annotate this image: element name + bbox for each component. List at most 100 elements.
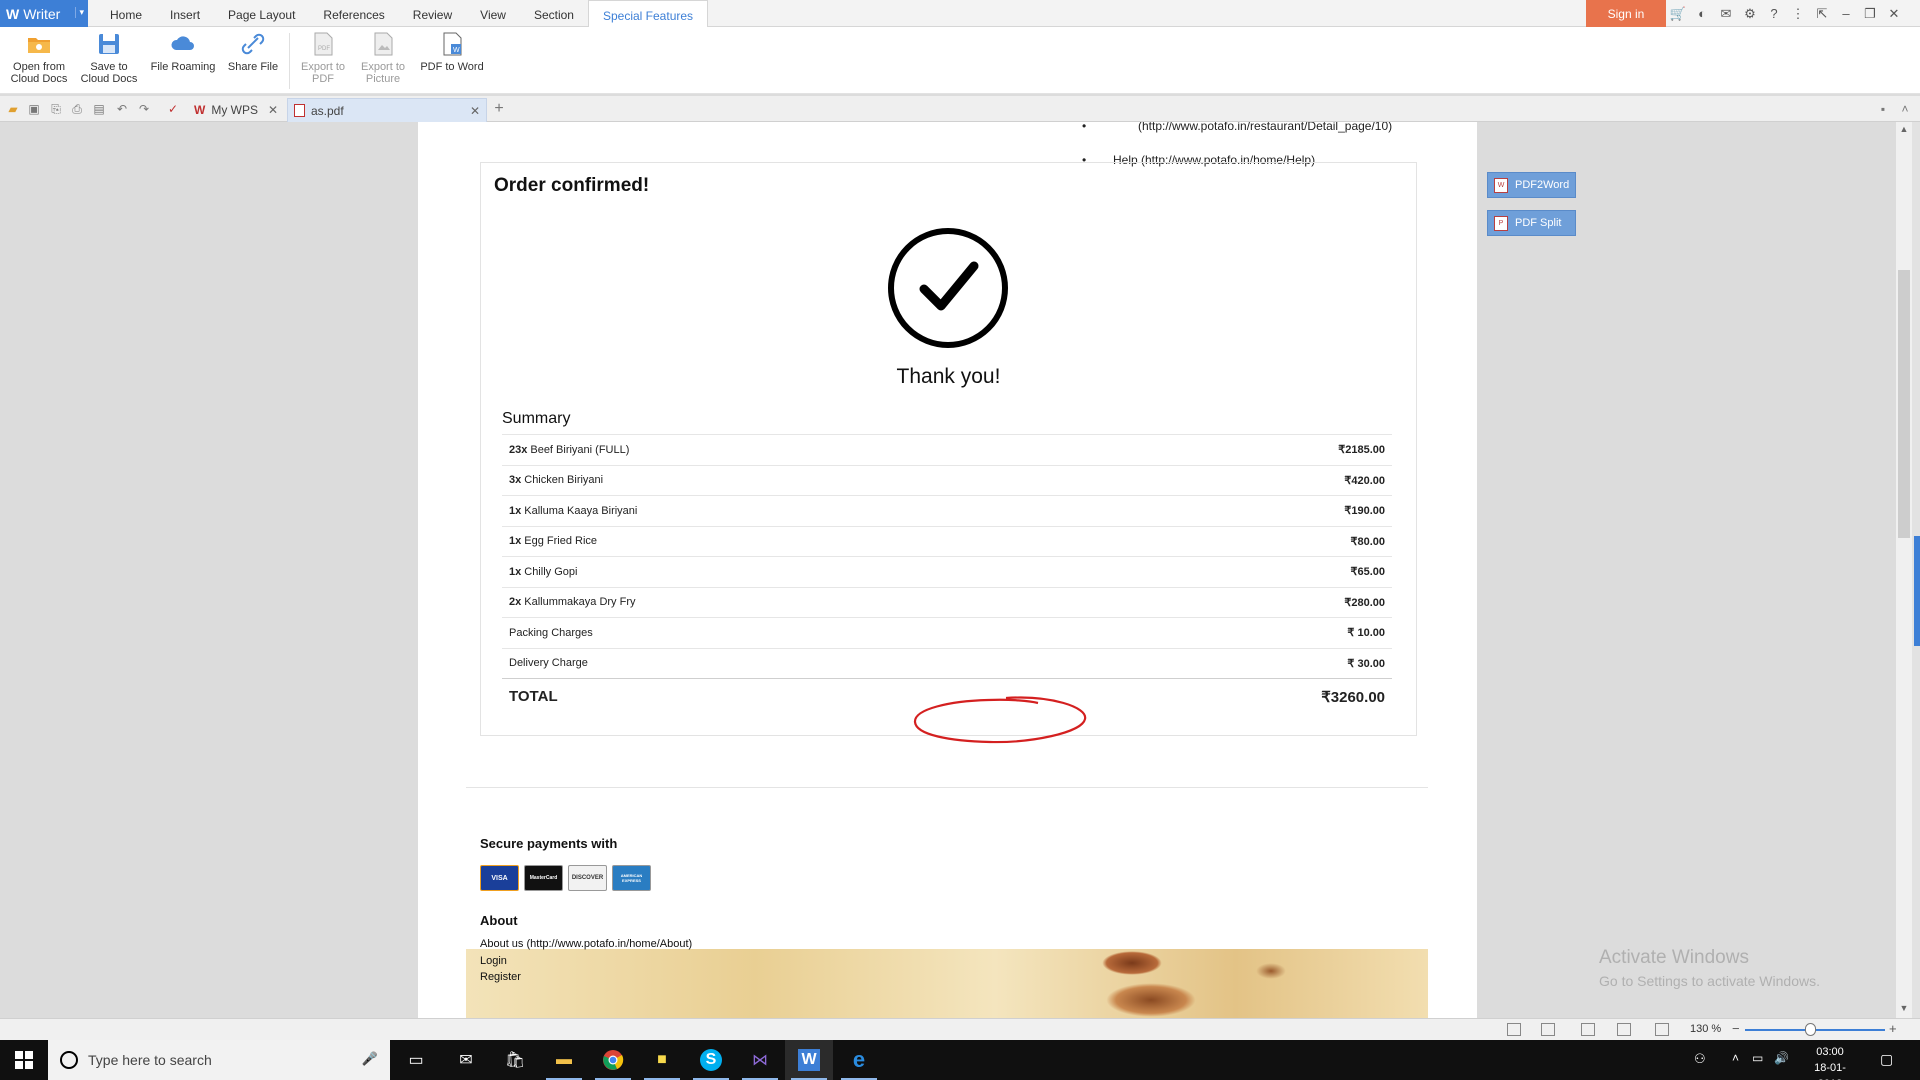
chevron-up-icon[interactable]: ˄ — [1732, 1051, 1739, 1065]
microphone-icon[interactable]: 🎤 — [362, 1051, 378, 1067]
tab-review[interactable]: Review — [399, 0, 466, 27]
people-icon[interactable]: ⚇ — [1694, 1051, 1706, 1067]
tab-list-icon[interactable]: ▪ — [1876, 102, 1890, 116]
sticky-notes-icon[interactable]: ■ — [638, 1040, 686, 1080]
save-cloud-label-2: Cloud Docs — [80, 73, 138, 85]
export-icon[interactable]: ⎘ — [49, 102, 63, 116]
skype-app-icon[interactable]: S — [687, 1040, 735, 1080]
zoom-out-icon[interactable]: − — [1732, 1021, 1740, 1036]
notifications-icon[interactable]: ▢ — [1880, 1051, 1893, 1068]
tab-insert[interactable]: Insert — [156, 0, 214, 27]
pdf-to-word-button[interactable]: W PDF to Word — [416, 31, 488, 73]
chrome-app-icon[interactable] — [589, 1040, 637, 1080]
feedback-icon[interactable]: ✉ — [1714, 6, 1738, 22]
sign-in-button[interactable]: Sign in — [1586, 0, 1666, 27]
save-to-cloud-docs-button[interactable]: Save to Cloud Docs — [76, 31, 142, 85]
item-qty: 23x — [509, 443, 528, 456]
new-tab-icon[interactable]: + — [492, 101, 506, 117]
close-icon[interactable]: ✕ — [470, 104, 480, 118]
close-icon[interactable]: ✕ — [268, 103, 278, 117]
zoom-in-icon[interactable]: + — [1889, 1021, 1897, 1036]
store-app-icon[interactable]: 🛍 — [491, 1040, 539, 1080]
side-panel-toggle[interactable] — [1914, 536, 1920, 646]
pdf2word-button[interactable]: W PDF2Word — [1487, 172, 1576, 198]
two-page-icon[interactable] — [1617, 1023, 1631, 1036]
restore-ribbon-icon[interactable]: ⇱ — [1810, 6, 1834, 22]
register-link[interactable]: Register — [480, 971, 521, 983]
continuous-page-icon[interactable] — [1581, 1023, 1595, 1036]
open-cloud-label-1: Open from — [13, 61, 65, 73]
tab-home[interactable]: Home — [96, 0, 156, 27]
zoom-level[interactable]: 130 % — [1690, 1023, 1721, 1035]
search-input[interactable]: Type here to search 🎤 — [48, 1040, 390, 1080]
share-file-button[interactable]: Share File — [224, 31, 282, 73]
vertical-scrollbar[interactable]: ▲ ▼ — [1896, 122, 1912, 1018]
file-roaming-button[interactable]: File Roaming — [146, 31, 220, 73]
summary-row: 2x Kallummakaya Dry Fry ₹280.00 — [502, 586, 1392, 618]
single-page-icon[interactable] — [1541, 1023, 1555, 1036]
zoom-slider-knob[interactable] — [1805, 1023, 1817, 1036]
thank-you-text: Thank you! — [896, 365, 1001, 388]
help-icon[interactable]: ? — [1762, 6, 1786, 21]
skin-icon[interactable]: ◐ — [1690, 6, 1714, 21]
clock-date: 18-01-2018 — [1814, 1062, 1846, 1080]
about-title: About — [480, 913, 518, 928]
pin-icon[interactable]: ✓ — [166, 102, 180, 116]
save-icon[interactable]: ▣ — [27, 102, 41, 116]
open-icon[interactable]: ▰ — [6, 102, 20, 116]
cart-icon[interactable]: 🛒 — [1666, 6, 1690, 22]
export-pdf-label-1: Export to — [300, 61, 346, 73]
tab-as-pdf[interactable]: as.pdf ✕ — [287, 98, 487, 122]
redo-icon[interactable]: ↷ — [137, 102, 151, 116]
tab-view[interactable]: View — [466, 0, 520, 27]
cloud-icon — [171, 36, 194, 50]
pdf-split-button[interactable]: P PDF Split — [1487, 210, 1576, 236]
network-icon[interactable]: ▭ — [1752, 1051, 1763, 1065]
pdf-file-icon — [294, 104, 305, 117]
fit-page-icon[interactable] — [1507, 1023, 1521, 1036]
bullet-link-restaurant[interactable]: (http://www.potafo.in/restaurant/Detail_… — [1138, 122, 1392, 133]
minimize-icon[interactable]: – — [1834, 6, 1858, 21]
summary-row: 3x Chicken Biriyani ₹420.00 — [502, 464, 1392, 496]
scroll-thumb[interactable] — [1898, 270, 1910, 538]
visual-studio-icon[interactable]: ⋈ — [736, 1040, 784, 1080]
print-icon[interactable]: ⎙ — [70, 102, 84, 116]
item-name: Kallummakaya Dry Fry — [524, 596, 636, 609]
activate-windows-watermark: Activate Windows Go to Settings to activ… — [1599, 947, 1820, 989]
tab-special-features[interactable]: Special Features — [587, 0, 709, 28]
chevron-down-icon[interactable]: ▾ — [75, 7, 84, 18]
settings-icon[interactable]: ⚙ — [1738, 6, 1762, 22]
tab-my-wps[interactable]: W My WPS ✕ — [188, 98, 284, 122]
scroll-up-icon[interactable]: ▲ — [1896, 124, 1912, 134]
summary-row: 23x Beef Biriyani (FULL) ₹2185.00 — [502, 434, 1392, 465]
close-icon[interactable]: ✕ — [1882, 6, 1906, 22]
item-qty: 1x — [509, 504, 522, 517]
task-view-icon[interactable]: ▭ — [392, 1040, 440, 1080]
edge-app-icon[interactable]: e — [835, 1040, 883, 1080]
export-to-picture-button[interactable]: Export to Picture — [354, 31, 412, 85]
app-menu-button[interactable]: W Writer ▾ — [0, 0, 88, 27]
print-preview-icon[interactable]: ▤ — [92, 102, 106, 116]
chevron-up-icon[interactable]: ˄ — [1898, 102, 1912, 116]
file-explorer-icon[interactable]: ▬ — [540, 1040, 588, 1080]
volume-icon[interactable]: 🔊 — [1774, 1051, 1789, 1065]
tab-section[interactable]: Section — [520, 0, 588, 27]
login-link[interactable]: Login — [480, 955, 507, 967]
scroll-down-icon[interactable]: ▼ — [1896, 1003, 1912, 1013]
save-cloud-icon — [99, 34, 119, 54]
side-panel-handle — [1912, 122, 1920, 1018]
open-from-cloud-docs-button[interactable]: Open from Cloud Docs — [6, 31, 72, 85]
wps-writer-app-icon[interactable]: W — [785, 1040, 833, 1080]
start-button[interactable] — [0, 1040, 48, 1080]
about-us-link[interactable]: About us (http://www.potafo.in/home/Abou… — [480, 938, 692, 950]
undo-icon[interactable]: ↶ — [115, 102, 129, 116]
more-icon[interactable]: ⋮ — [1786, 6, 1810, 22]
export-to-pdf-button[interactable]: PDF Export to PDF — [294, 31, 352, 85]
status-bar: 130 % − + — [0, 1018, 1920, 1040]
maximize-icon[interactable]: ❐ — [1858, 6, 1882, 22]
tab-page-layout[interactable]: Page Layout — [214, 0, 309, 27]
mail-app-icon[interactable]: ✉ — [442, 1040, 490, 1080]
reading-mode-icon[interactable] — [1655, 1023, 1669, 1036]
tab-references[interactable]: References — [309, 0, 398, 27]
clock[interactable]: 03:00 18-01-2018 — [1802, 1044, 1858, 1080]
